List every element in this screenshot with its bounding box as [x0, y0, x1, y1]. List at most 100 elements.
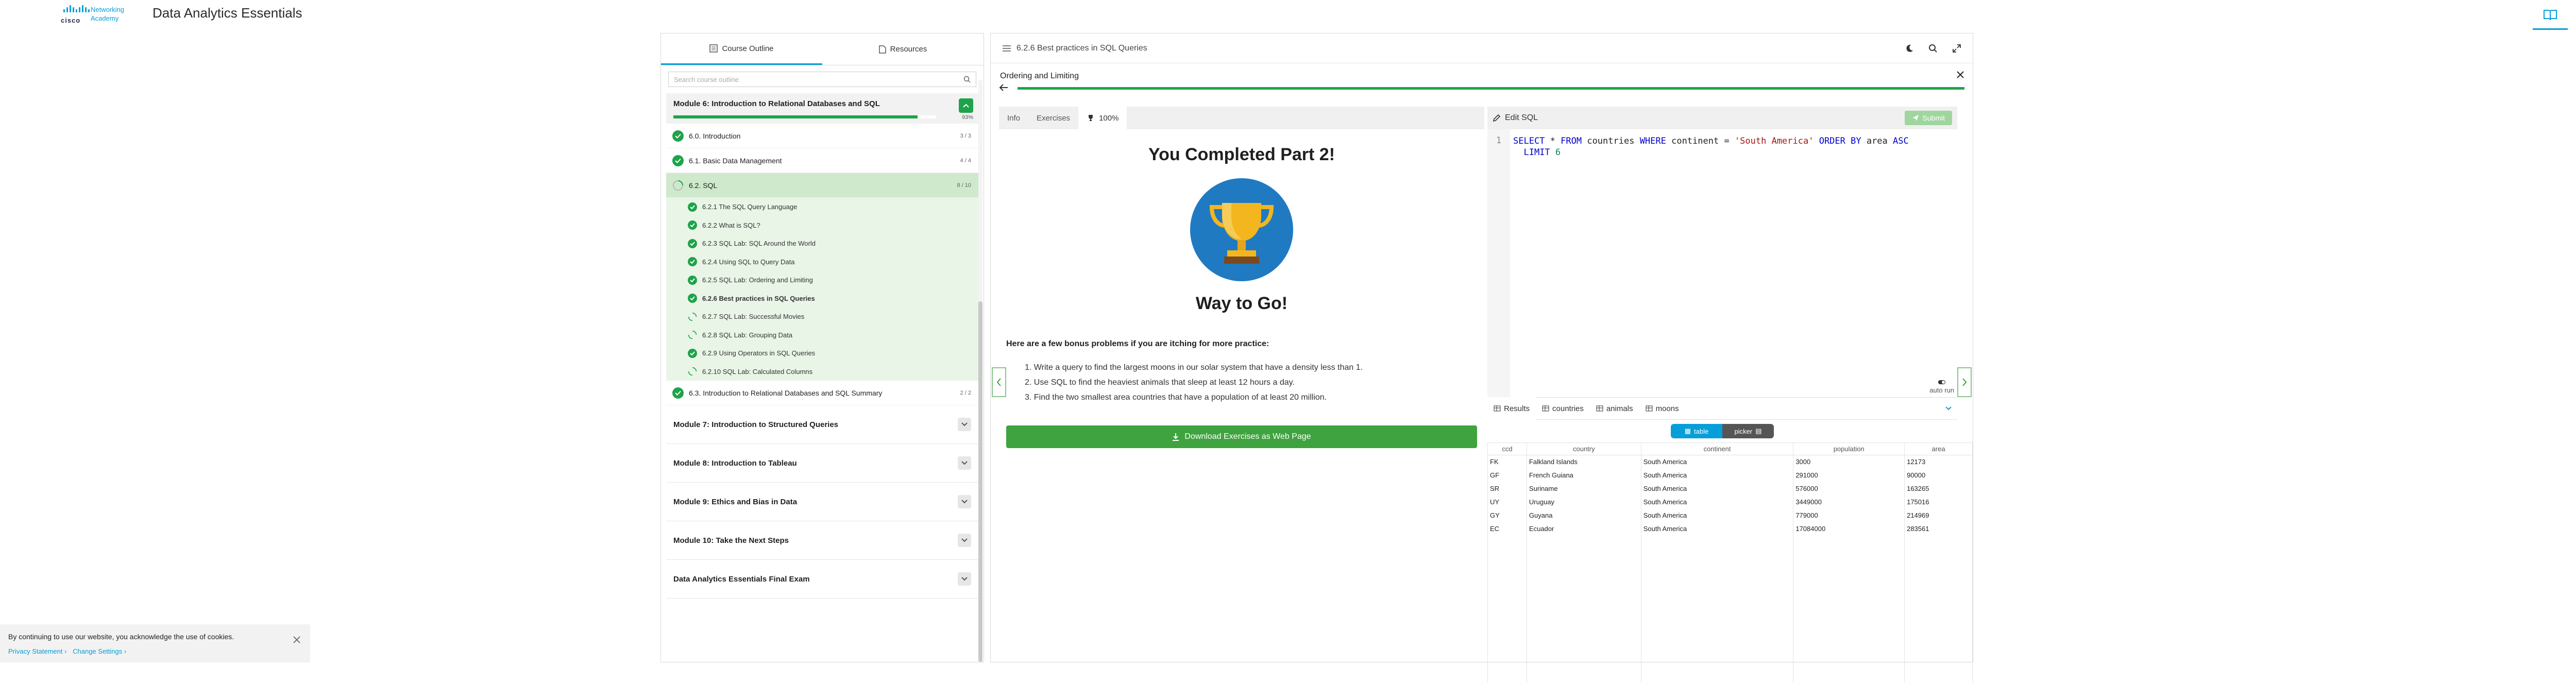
tab-animals[interactable]: animals: [1590, 397, 1639, 420]
bonus-intro: Here are a few bonus problems if you are…: [1006, 339, 1269, 348]
chevron-down-icon[interactable]: [1945, 406, 1952, 411]
check-icon: [688, 238, 697, 248]
column-header[interactable]: population: [1793, 442, 1905, 455]
chevron-down-icon[interactable]: [958, 534, 971, 547]
empty-row: [1487, 642, 1973, 656]
section-6-0[interactable]: 6.0. Introduction 3 / 3: [666, 124, 978, 148]
chevron-left-icon: [996, 378, 1001, 386]
dark-mode-icon[interactable]: [1905, 44, 1914, 53]
book-icon[interactable]: [2533, 0, 2568, 30]
module-6-header[interactable]: Module 6: Introduction to Relational Dat…: [666, 93, 978, 124]
completion-heading: You Completed Part 2!: [1148, 145, 1335, 164]
empty-row: [1487, 629, 1973, 643]
privacy-statement-link[interactable]: Privacy Statement ›: [8, 647, 66, 655]
table-row: GY Guyana South America 779000 214969: [1487, 508, 1973, 522]
sql-code-editor[interactable]: 1 SELECT * FROM countries WHERE continen…: [1487, 129, 1957, 397]
collapse-chevron-icon[interactable]: [959, 98, 973, 113]
cookie-banner: By continuing to use our website, you ac…: [0, 624, 310, 662]
chevron-down-icon[interactable]: [958, 495, 971, 508]
module-row[interactable]: Data Analytics Essentials Final Exam: [666, 560, 978, 599]
sidebar-scrollbar[interactable]: [978, 80, 982, 662]
tab-score[interactable]: 100%: [1078, 107, 1127, 129]
table-cell: FK: [1487, 455, 1527, 469]
course-outline-sidebar: Course Outline Resources Search course o…: [660, 33, 984, 662]
bonus-list: 1. Write a query to find the largest moo…: [999, 360, 1484, 405]
section-6-3[interactable]: 6.3. Introduction to Relational Database…: [666, 381, 978, 405]
subitem-10[interactable]: 6.2.10 SQL Lab: Calculated Columns: [666, 362, 978, 381]
partial-progress-icon: [673, 180, 683, 191]
outline-search-input[interactable]: Search course outline: [668, 72, 976, 87]
view-toggle: ▦ table picker ▤: [1671, 424, 1774, 438]
tab-exercises[interactable]: Exercises: [1028, 107, 1078, 129]
sql-code[interactable]: SELECT * FROM countries WHERE continent …: [1513, 135, 1909, 158]
module-row[interactable]: Module 7: Introduction to Structured Que…: [666, 405, 978, 444]
subitem-6[interactable]: 6.2.6 Best practices in SQL Queries: [666, 289, 978, 308]
auto-run-toggle[interactable]: auto run: [1929, 379, 1954, 394]
tab-moons[interactable]: moons: [1639, 397, 1685, 420]
section-count: 2 / 2: [960, 389, 971, 396]
table-cell: 175016: [1904, 495, 1973, 509]
section-6-2[interactable]: 6.2. SQL 8 / 10: [666, 173, 978, 198]
empty-row: [1487, 562, 1973, 576]
subitem-8[interactable]: 6.2.8 SQL Lab: Grouping Data: [666, 326, 978, 344]
chevron-down-icon[interactable]: [958, 418, 971, 431]
change-settings-link[interactable]: Change Settings ›: [73, 647, 126, 655]
module-6-title: Module 6: Introduction to Relational Dat…: [673, 99, 880, 108]
column-header[interactable]: continent: [1640, 442, 1794, 455]
search-icon[interactable]: [1928, 44, 1938, 53]
check-icon: [672, 155, 684, 166]
exercise-tabs: Info Exercises 100%: [999, 107, 1484, 129]
cisco-networking-academy-logo[interactable]: cisco Networking Academy: [61, 3, 138, 24]
section-label: 6.2. SQL: [689, 181, 718, 190]
tab-results[interactable]: Results: [1487, 397, 1536, 420]
subitem-9[interactable]: 6.2.9 Using Operators in SQL Queries: [666, 344, 978, 363]
column-header[interactable]: area: [1904, 442, 1973, 455]
subitem-3[interactable]: 6.2.3 SQL Lab: SQL Around the World: [666, 234, 978, 253]
subitem-label: 6.2.7 SQL Lab: Successful Movies: [702, 313, 805, 321]
document-icon: [878, 45, 886, 54]
expand-icon[interactable]: [1952, 44, 1961, 53]
table-cell: 576000: [1793, 482, 1905, 496]
column-header[interactable]: ccd: [1487, 442, 1527, 455]
view-picker-button[interactable]: picker ▤: [1722, 424, 1774, 438]
download-exercises-button[interactable]: Download Exercises as Web Page: [1006, 425, 1477, 448]
table-icon: [1596, 405, 1603, 412]
tab-countries[interactable]: countries: [1536, 397, 1590, 420]
tab-course-outline[interactable]: Course Outline: [661, 33, 822, 65]
submit-label: Submit: [1922, 114, 1945, 122]
search-icon[interactable]: [963, 76, 971, 83]
table-cell: SR: [1487, 482, 1527, 496]
module-row[interactable]: Module 10: Take the Next Steps: [666, 521, 978, 560]
subitem-5[interactable]: 6.2.5 SQL Lab: Ordering and Limiting: [666, 271, 978, 289]
table-icon: [1542, 405, 1549, 412]
chevron-down-icon[interactable]: [958, 456, 971, 470]
subitem-7[interactable]: 6.2.7 SQL Lab: Successful Movies: [666, 308, 978, 326]
section-6-1[interactable]: 6.1. Basic Data Management 4 / 4: [666, 148, 978, 173]
column-header[interactable]: country: [1526, 442, 1641, 455]
submit-button[interactable]: Submit: [1905, 111, 1952, 125]
table-cell: 283561: [1904, 522, 1973, 536]
subitem-2[interactable]: 6.2.2 What is SQL?: [666, 216, 978, 234]
subitem-label: 6.2.3 SQL Lab: SQL Around the World: [702, 240, 816, 248]
tab-info[interactable]: Info: [999, 107, 1028, 129]
bonus-item: 1. Write a query to find the largest moo…: [1025, 363, 1363, 372]
chevron-down-icon[interactable]: [958, 572, 971, 586]
back-arrow-icon[interactable]: [999, 84, 1008, 91]
prev-page-arrow[interactable]: [992, 367, 1006, 397]
subitem-1[interactable]: 6.2.1 The SQL Query Language: [666, 198, 978, 216]
module-6-progress-label: 93%: [961, 114, 973, 121]
close-icon[interactable]: [293, 636, 301, 644]
menu-toggle-icon[interactable]: [1002, 45, 1011, 52]
close-icon[interactable]: [1956, 71, 1964, 79]
gradebook-icon[interactable]: [2568, 0, 2576, 30]
view-table-button[interactable]: ▦ table: [1671, 424, 1722, 438]
next-page-arrow[interactable]: [1957, 367, 1972, 397]
table-cell: South America: [1640, 508, 1794, 522]
module-row[interactable]: Module 9: Ethics and Bias in Data: [666, 483, 978, 521]
table-cell: 12173: [1904, 455, 1973, 469]
check-icon: [688, 202, 697, 212]
tab-resources[interactable]: Resources: [822, 33, 984, 65]
subitem-4[interactable]: 6.2.4 Using SQL to Query Data: [666, 252, 978, 271]
module-row[interactable]: Module 8: Introduction to Tableau: [666, 444, 978, 483]
sql-editor-panel: Edit SQL Submit 1 SELECT * FROM countrie…: [1487, 107, 1973, 683]
